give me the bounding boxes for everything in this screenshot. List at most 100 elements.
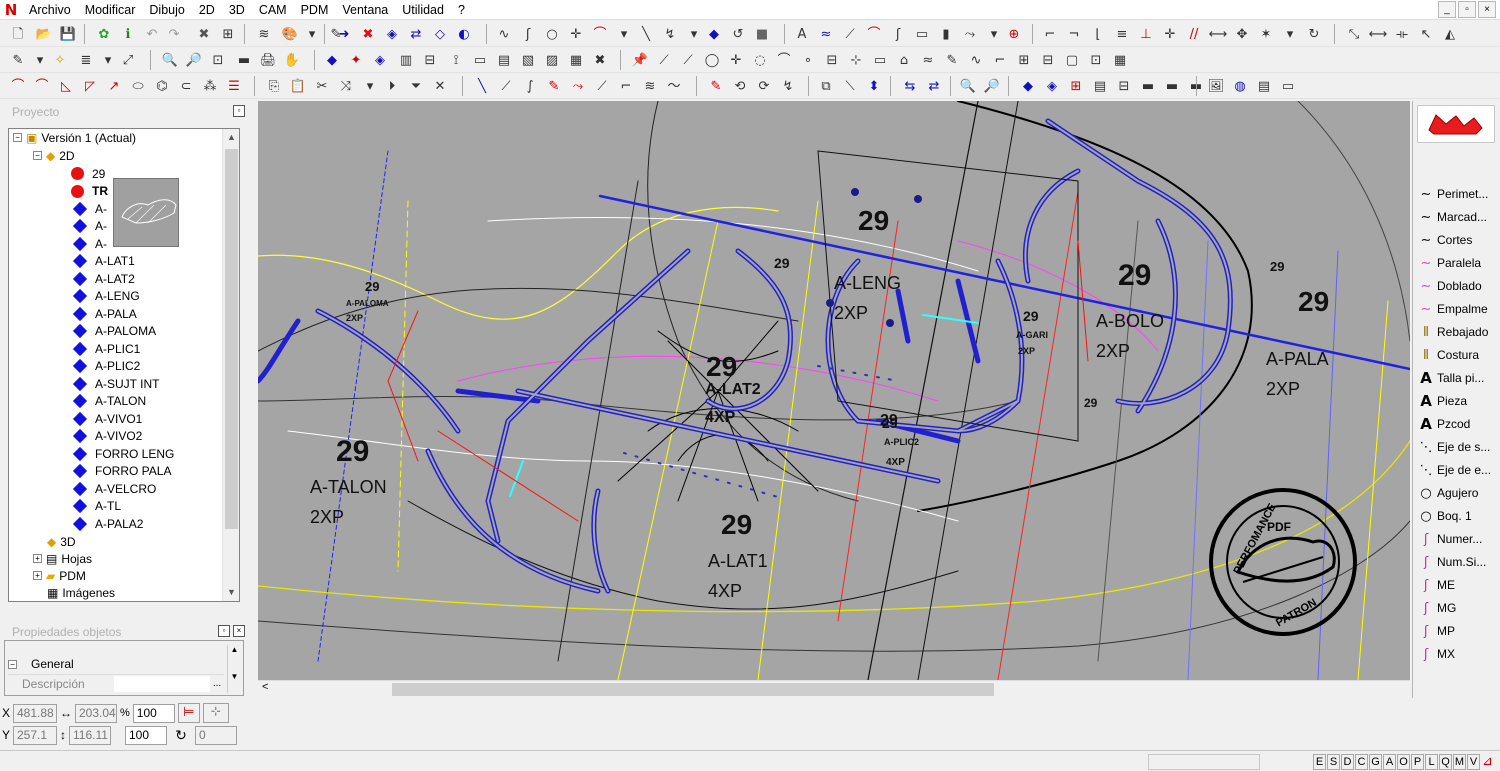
angle-icon[interactable]: ◺ bbox=[56, 76, 76, 96]
block-icon[interactable]: ▮ bbox=[936, 24, 956, 44]
close-panel-icon[interactable]: × bbox=[233, 625, 245, 637]
palette-tool[interactable]: A Pzcod bbox=[1417, 413, 1470, 435]
pin-icon[interactable]: ▫ bbox=[218, 625, 230, 637]
hatch-icon[interactable]: ▤ bbox=[494, 50, 514, 70]
x-coord-field[interactable]: 481.88 bbox=[13, 703, 57, 723]
general-section[interactable]: − General bbox=[8, 655, 224, 673]
arc2-icon[interactable]: ⌒ bbox=[774, 50, 794, 70]
corner3-icon[interactable]: ⌊ bbox=[1088, 24, 1108, 44]
refresh-icon[interactable]: ↻ bbox=[1304, 24, 1324, 44]
tree-item-piece[interactable]: FORRO PALA bbox=[72, 463, 171, 480]
tree-item-piece[interactable]: A-TL bbox=[72, 498, 121, 515]
restore-button[interactable]: ▫ bbox=[1458, 1, 1476, 18]
pin-icon[interactable]: ▫ bbox=[233, 105, 245, 117]
tree-item-piece[interactable]: A-PALOMA bbox=[72, 323, 156, 340]
freehand-icon[interactable]: ʃ bbox=[888, 24, 908, 44]
tree-item-piece[interactable]: A-PLIC2 bbox=[72, 358, 140, 375]
house-icon[interactable]: ⌂ bbox=[894, 50, 914, 70]
canvas-hscroll-thumb[interactable] bbox=[392, 683, 994, 696]
tree-item-piece[interactable]: A- bbox=[72, 200, 107, 217]
menu-archivo[interactable]: Archivo bbox=[22, 0, 78, 20]
palette-tool[interactable]: ⋱ Eje de e... bbox=[1417, 459, 1492, 481]
canvas-hscrollbar[interactable]: < bbox=[258, 680, 1410, 697]
dropdown-icon[interactable]: ▾ bbox=[684, 24, 704, 44]
zoom-in-icon[interactable]: 🔎 bbox=[184, 50, 204, 70]
menu-cam[interactable]: CAM bbox=[252, 0, 294, 20]
pan-icon[interactable]: ✋ bbox=[282, 50, 302, 70]
snap-mode-toggle[interactable]: P bbox=[1411, 754, 1424, 770]
palette-tool[interactable]: ⋱ Eje de s... bbox=[1417, 436, 1491, 458]
tree-item-piece[interactable]: A-SUJT INT bbox=[72, 375, 159, 392]
offset-icon[interactable]: ⤳ bbox=[960, 24, 980, 44]
palette-tool[interactable]: ʃ Num.Si... bbox=[1417, 551, 1487, 573]
snap-icon[interactable]: ⊿ bbox=[1482, 753, 1498, 770]
transfer-icon[interactable]: ⤨ bbox=[336, 76, 356, 96]
needle-icon[interactable]: ⟟ bbox=[446, 50, 466, 70]
pattern-icon[interactable]: ▧ bbox=[518, 50, 538, 70]
image-icon[interactable]: 🖼 bbox=[1206, 76, 1226, 96]
arc3-icon[interactable]: ⌒ bbox=[8, 76, 28, 96]
rot-icon[interactable]: ⟲ bbox=[730, 76, 750, 96]
tree-2d[interactable]: − ◆ 2D bbox=[33, 147, 75, 164]
play-icon[interactable]: ⏵ bbox=[382, 76, 402, 96]
wave4-icon[interactable]: 〜 bbox=[664, 76, 684, 96]
snap-mode-toggle[interactable]: Q bbox=[1439, 754, 1452, 770]
tree-item-red[interactable]: TR bbox=[71, 183, 108, 200]
slash-icon[interactable]: ⟋ bbox=[840, 24, 860, 44]
perp-icon[interactable]: ⊥ bbox=[1136, 24, 1156, 44]
square2-icon[interactable]: ⊡ bbox=[1086, 50, 1106, 70]
list-icon[interactable]: ≣ bbox=[76, 50, 96, 70]
tree-item-piece[interactable]: A- bbox=[72, 235, 107, 252]
palette-tool[interactable]: ∼ Cortes bbox=[1417, 229, 1473, 251]
open-file-icon[interactable]: 📂 bbox=[34, 24, 54, 44]
plugin-icon[interactable]: ✿ bbox=[94, 24, 114, 44]
search2-icon[interactable]: 🔍 bbox=[958, 76, 978, 96]
descripcion-ellipsis-button[interactable]: ... bbox=[210, 678, 224, 689]
palette-tool[interactable]: ʃ ME bbox=[1417, 574, 1455, 596]
arrow2-icon[interactable]: ↗ bbox=[104, 76, 124, 96]
snap-mode-toggle[interactable]: A bbox=[1383, 754, 1396, 770]
zoom-window-icon[interactable]: ⊡ bbox=[208, 50, 228, 70]
palette-tool[interactable]: ○ Boq. 1 bbox=[1417, 505, 1471, 527]
redo-icon[interactable]: ↷ bbox=[164, 24, 184, 44]
tree-scrollbar[interactable]: ▲ ▼ bbox=[222, 129, 239, 601]
triangle-icon[interactable]: ◭ bbox=[1440, 24, 1460, 44]
swap-icon[interactable]: ⇄ bbox=[406, 24, 426, 44]
collapse-icon[interactable]: − bbox=[8, 659, 17, 669]
edit-icon[interactable]: ✎ bbox=[8, 50, 28, 70]
step-icon[interactable]: ⌐ bbox=[616, 76, 636, 96]
paste-icon[interactable]: 📋 bbox=[288, 76, 308, 96]
search3-icon[interactable]: 🔎 bbox=[982, 76, 1002, 96]
snap-mode-toggle[interactable]: D bbox=[1341, 754, 1354, 770]
palette-tool[interactable]: A Talla pi... bbox=[1417, 367, 1484, 389]
corner2-icon[interactable]: ¬ bbox=[1064, 24, 1084, 44]
wave3-icon[interactable]: ≋ bbox=[640, 76, 660, 96]
line3-icon[interactable]: ⟋ bbox=[678, 50, 698, 70]
scale-x-field[interactable]: 100 bbox=[132, 703, 175, 723]
rotate-icon[interactable]: ↻ bbox=[170, 727, 192, 744]
cross2-icon[interactable]: ✛ bbox=[726, 50, 746, 70]
grid-icon[interactable]: ⊞ bbox=[218, 24, 238, 44]
curve-icon[interactable]: ∿ bbox=[494, 24, 514, 44]
width-field[interactable]: 203.04 bbox=[75, 703, 117, 723]
palette-tool[interactable]: ʃ MX bbox=[1417, 643, 1455, 665]
pen2-icon[interactable]: ✎ bbox=[942, 50, 962, 70]
rect2-icon[interactable]: ▭ bbox=[470, 50, 490, 70]
menu-dibujo[interactable]: Dibujo bbox=[142, 0, 191, 20]
frame2-icon[interactable]: ⊟ bbox=[822, 50, 842, 70]
ellipse-icon[interactable]: ⬭ bbox=[128, 76, 148, 96]
down-tri-icon[interactable]: ⏷ bbox=[406, 76, 426, 96]
tree-root[interactable]: − ▣ Versión 1 (Actual) bbox=[13, 129, 136, 146]
minimize-button[interactable]: _ bbox=[1438, 1, 1456, 18]
frame-icon[interactable]: ⊟ bbox=[420, 50, 440, 70]
pen3-icon[interactable]: ✎ bbox=[544, 76, 564, 96]
rectangle-icon[interactable]: ▭ bbox=[912, 24, 932, 44]
tree-item-piece[interactable]: A-TALON bbox=[72, 393, 146, 410]
project-tree[interactable]: − ▣ Versión 1 (Actual) − ◆ 2D 29 TR A- A- A-… bbox=[8, 128, 240, 602]
pin2-icon[interactable]: 📌 bbox=[630, 50, 650, 70]
grid4-icon[interactable]: ▦ bbox=[1110, 50, 1130, 70]
frame3-icon[interactable]: ⊟ bbox=[1114, 76, 1134, 96]
flow-icon[interactable]: ⤳ bbox=[568, 76, 588, 96]
mirror-icon[interactable]: ⇆ bbox=[900, 76, 920, 96]
pattern2-icon[interactable]: ▨ bbox=[542, 50, 562, 70]
